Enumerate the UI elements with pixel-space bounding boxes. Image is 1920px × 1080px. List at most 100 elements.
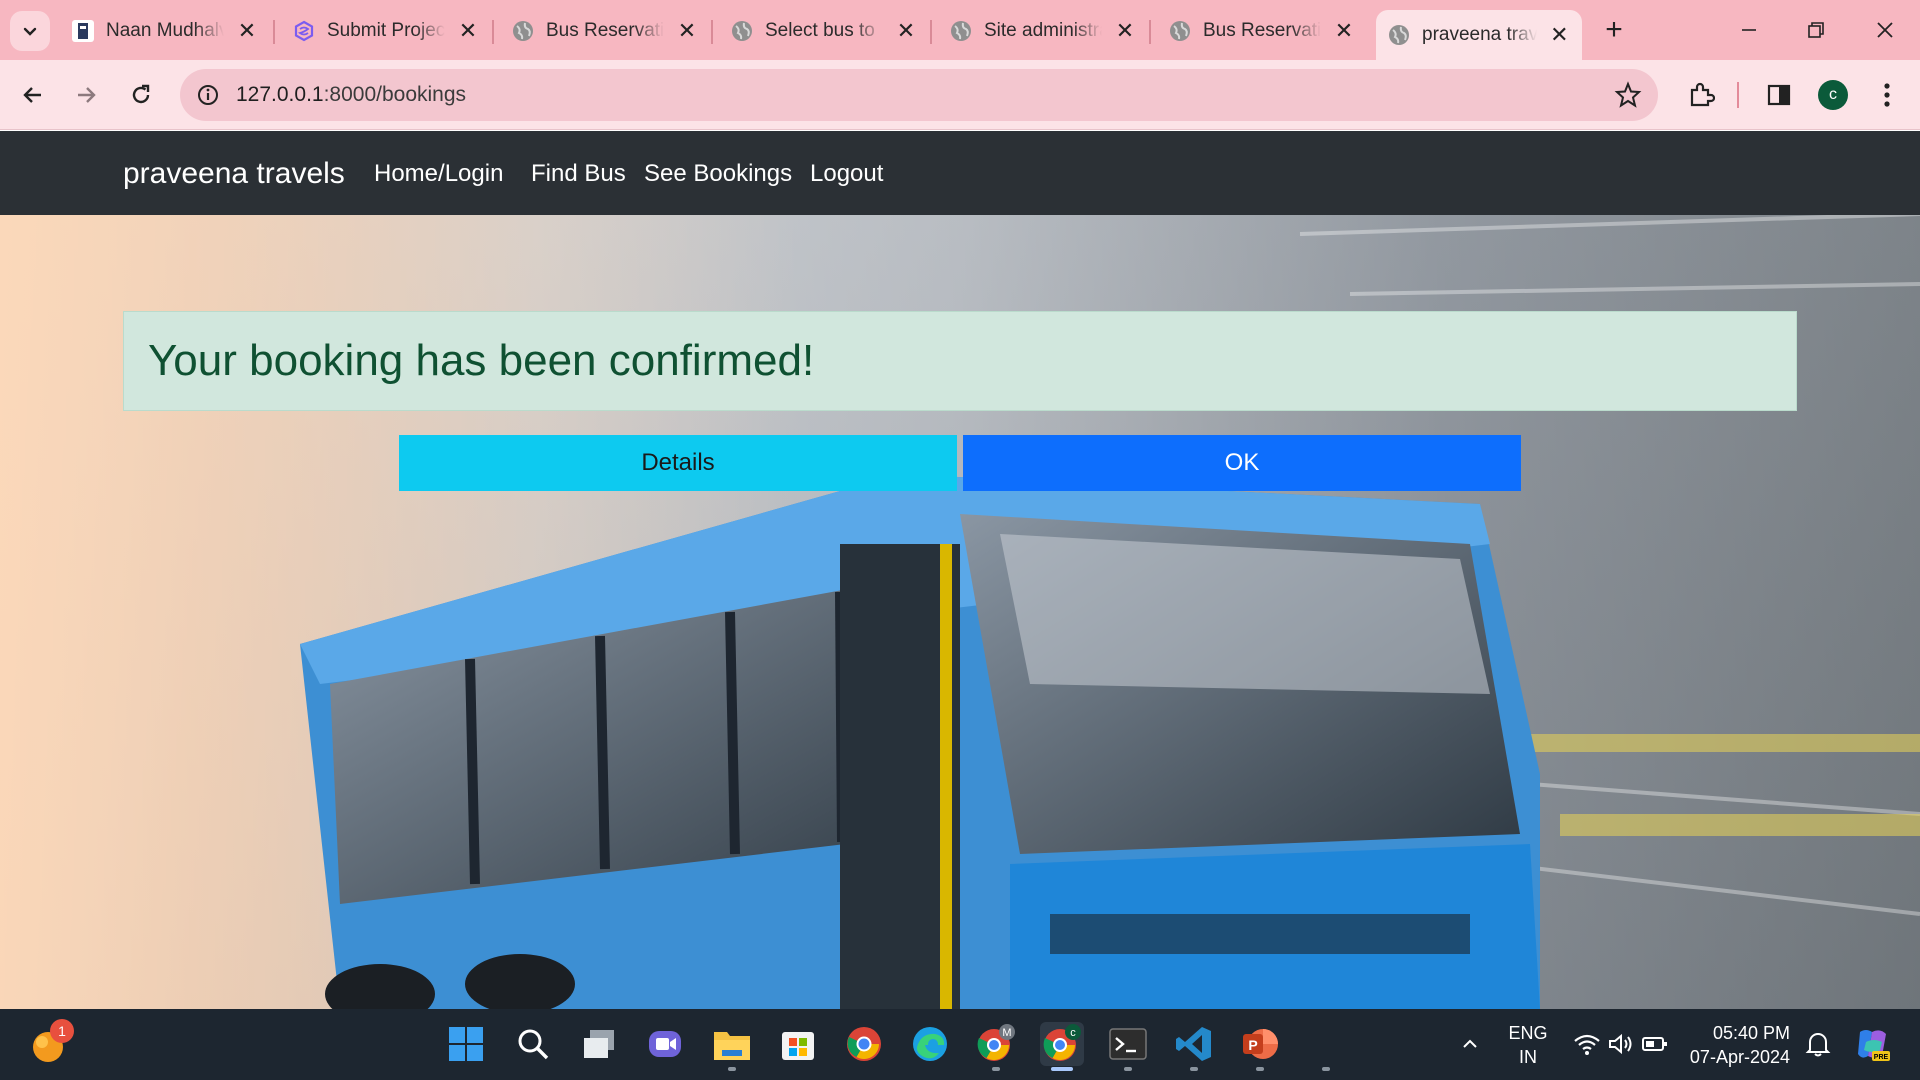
vscode-icon: [1176, 1027, 1211, 1061]
language-code: ENG: [1508, 1023, 1548, 1043]
browser-tab-1[interactable]: Naan Mudhalvan ✕: [60, 10, 270, 52]
more-vertical-icon: [1884, 83, 1890, 107]
chrome-icon: [847, 1027, 881, 1061]
ok-button[interactable]: OK: [963, 435, 1521, 491]
details-button[interactable]: Details: [399, 435, 957, 491]
browser-tab-2[interactable]: Submit Project ✕: [281, 10, 491, 52]
nav-link-home-login[interactable]: Home/Login: [374, 160, 503, 188]
show-hidden-icons-button[interactable]: [1448, 1022, 1492, 1066]
teams-chat-button[interactable]: [643, 1022, 687, 1066]
vscode-button[interactable]: [1172, 1022, 1216, 1066]
close-icon[interactable]: ✕: [457, 20, 479, 42]
tab-divider: [273, 20, 275, 44]
minimize-button[interactable]: [1724, 12, 1774, 48]
teams-icon: [649, 1031, 681, 1057]
new-tab-button[interactable]: +: [1598, 14, 1630, 46]
side-panel-icon: [1767, 84, 1791, 106]
address-bar[interactable]: 127.0.0.1:8000/bookings: [180, 69, 1658, 121]
browser-tab-6[interactable]: Bus Reservation ✕: [1157, 10, 1367, 52]
url-text: 127.0.0.1:8000/bookings: [236, 83, 466, 107]
powerpoint-button[interactable]: P: [1238, 1022, 1282, 1066]
close-icon[interactable]: ✕: [236, 20, 258, 42]
tab-title: Select bus to: [765, 20, 875, 41]
back-button[interactable]: [12, 74, 54, 116]
terminal-button[interactable]: [1106, 1022, 1150, 1066]
browser-tab-5[interactable]: Site administration ✕: [938, 10, 1148, 52]
browser-tab-4[interactable]: Select bus to ✕: [719, 10, 929, 52]
browser-tab-active[interactable]: praveena travels ✕: [1376, 10, 1582, 60]
chevron-down-icon: [23, 27, 37, 36]
file-explorer-button[interactable]: [710, 1022, 754, 1066]
widgets-button[interactable]: 1: [26, 1019, 74, 1067]
edge-button[interactable]: [908, 1022, 952, 1066]
reload-button[interactable]: [120, 74, 162, 116]
file-explorer-icon: [714, 1032, 750, 1060]
chrome-profile-c-button[interactable]: c: [1040, 1022, 1084, 1066]
tab-divider: [492, 20, 494, 44]
site-brand-link[interactable]: praveena travels: [123, 157, 345, 191]
naan-mudhalvan-icon: [72, 20, 94, 42]
nav-link-logout[interactable]: Logout: [810, 160, 883, 188]
browser-tab-3[interactable]: Bus Reservation ✕: [500, 10, 710, 52]
language-indicator[interactable]: ENG IN: [1500, 1021, 1556, 1069]
close-icon[interactable]: ✕: [1549, 24, 1570, 46]
site-navbar: praveena travels Home/Login Find Bus See…: [0, 131, 1920, 215]
restore-button[interactable]: [1791, 12, 1841, 48]
quick-settings-button[interactable]: [1566, 1022, 1676, 1066]
tab-search-button[interactable]: [10, 11, 50, 51]
globe-icon: [950, 20, 972, 42]
wifi-icon: [1574, 1034, 1600, 1055]
nav-link-find-bus[interactable]: Find Bus: [531, 160, 626, 188]
battery-icon: [1642, 1037, 1667, 1051]
forward-button[interactable]: [65, 74, 107, 116]
tab-title: Submit Project: [327, 20, 445, 41]
profile-button[interactable]: c: [1812, 74, 1854, 116]
site-info-icon[interactable]: [194, 81, 222, 109]
task-view-button[interactable]: [577, 1022, 621, 1066]
bookmark-star-icon[interactable]: [1614, 81, 1642, 109]
arrow-left-icon: [23, 87, 41, 103]
svg-text:c: c: [1070, 1027, 1076, 1039]
side-panel-button[interactable]: [1758, 74, 1800, 116]
close-icon[interactable]: ✕: [676, 20, 698, 42]
alert-message: Your booking has been confirmed!: [148, 336, 815, 385]
chrome-button[interactable]: [842, 1022, 886, 1066]
tab-divider: [930, 20, 932, 44]
close-icon[interactable]: ✕: [1333, 20, 1355, 42]
copilot-button[interactable]: PRE: [1850, 1022, 1894, 1066]
reload-icon: [132, 84, 150, 104]
terminal-icon: [1109, 1028, 1147, 1060]
close-icon: [1877, 22, 1893, 38]
taskbar-search-button[interactable]: [511, 1022, 555, 1066]
web-page: praveena travels Home/Login Find Bus See…: [0, 131, 1920, 1009]
region-code: IN: [1519, 1047, 1537, 1067]
browser-menu-button[interactable]: [1866, 74, 1908, 116]
svg-text:P: P: [1248, 1037, 1257, 1053]
tab-divider: [1149, 20, 1151, 44]
start-button[interactable]: [444, 1022, 488, 1066]
close-icon[interactable]: ✕: [895, 20, 917, 42]
clock-date: 07-Apr-2024: [1689, 1047, 1790, 1067]
url-path: :8000/bookings: [323, 83, 467, 106]
task-view-icon: [584, 1030, 614, 1058]
edge-icon: [913, 1027, 947, 1061]
running-indicator: [1124, 1067, 1132, 1071]
close-window-button[interactable]: [1860, 12, 1910, 48]
globe-icon: [1388, 24, 1410, 46]
tab-divider: [711, 20, 713, 44]
notifications-button[interactable]: [1796, 1022, 1840, 1066]
microsoft-store-button[interactable]: [776, 1022, 820, 1066]
chevron-up-icon: [1463, 1039, 1477, 1048]
globe-icon: [731, 20, 753, 42]
close-icon[interactable]: ✕: [1114, 20, 1136, 42]
nav-link-see-bookings[interactable]: See Bookings: [644, 160, 792, 188]
windows-taskbar: 1 M c P ENG IN 05:40 PM 07-Apr-2024 PRE: [0, 1009, 1920, 1080]
extensions-button[interactable]: [1680, 74, 1722, 116]
chrome-profile-m-button[interactable]: M: [974, 1022, 1018, 1066]
active-indicator: [1051, 1067, 1073, 1071]
volume-icon: [1609, 1033, 1632, 1055]
puzzle-icon: [1690, 82, 1715, 107]
restore-icon: [1808, 22, 1824, 38]
booking-confirmed-alert: Your booking has been confirmed!: [123, 311, 1797, 411]
clock[interactable]: 05:40 PM 07-Apr-2024: [1686, 1021, 1790, 1069]
